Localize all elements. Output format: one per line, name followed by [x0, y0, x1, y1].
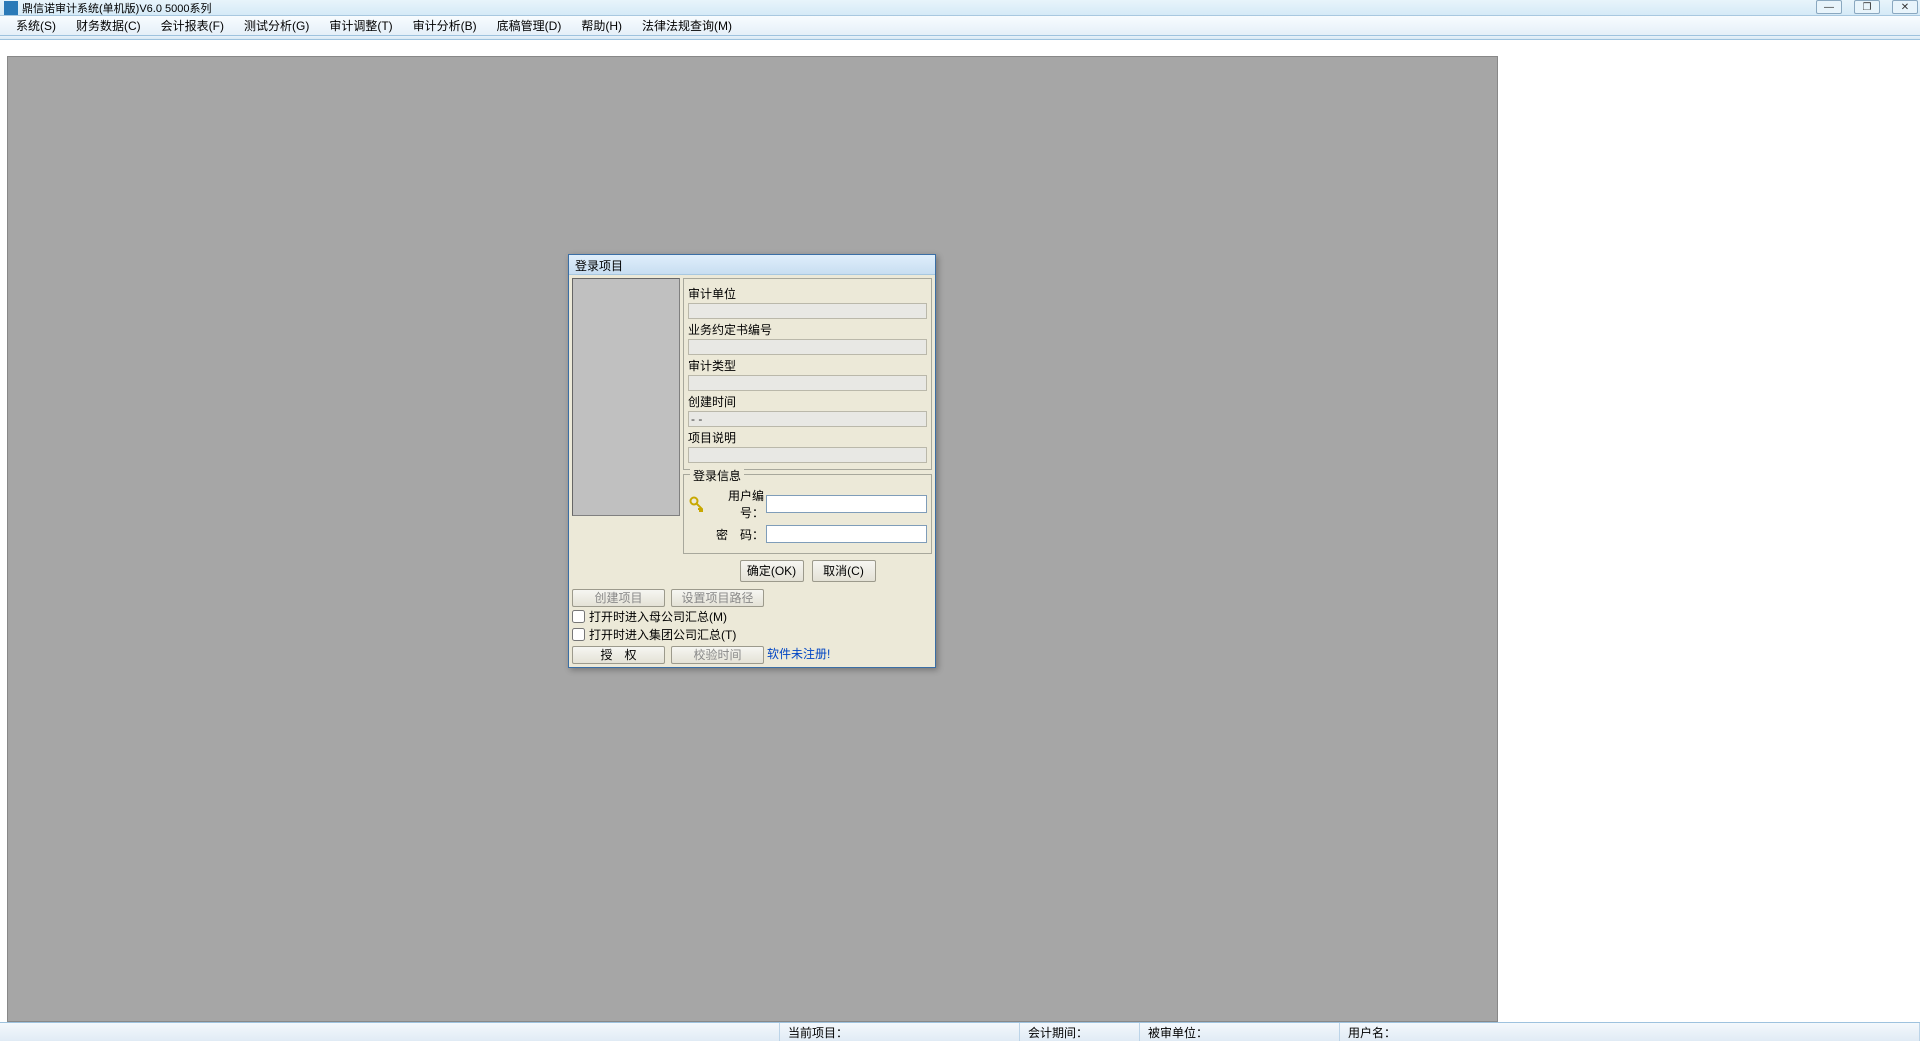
open-parent-checkbox[interactable]	[572, 610, 585, 623]
menu-help[interactable]: 帮助(H)	[571, 15, 632, 36]
project-desc-value	[688, 447, 927, 463]
minimize-button[interactable]: —	[1816, 0, 1842, 14]
menu-test-analysis[interactable]: 测试分析(G)	[234, 15, 319, 36]
close-button[interactable]: ✕	[1892, 0, 1918, 14]
set-path-button[interactable]: 设置项目路径	[671, 589, 764, 607]
dialog-title: 登录项目	[569, 255, 935, 275]
status-blank	[0, 1023, 780, 1041]
status-user: 用户名：	[1340, 1023, 1920, 1041]
menu-reports[interactable]: 会计报表(F)	[151, 15, 234, 36]
menu-system[interactable]: 系统(S)	[6, 15, 66, 36]
menu-law[interactable]: 法律法规查询(M)	[632, 15, 742, 36]
key-icon	[688, 495, 706, 513]
menu-audit-analysis[interactable]: 审计分析(B)	[403, 15, 487, 36]
status-period: 会计期间：	[1020, 1023, 1140, 1041]
window-controls: — ❐ ✕	[1816, 0, 1918, 14]
status-bar: 当前项目： 会计期间： 被审单位： 用户名：	[0, 1022, 1920, 1041]
engagement-no-label: 业务约定书编号	[688, 321, 927, 338]
audit-type-label: 审计类型	[688, 357, 927, 374]
login-info-group: 登录信息 用户编号： 密 码：	[683, 474, 932, 554]
unregistered-link[interactable]: 软件未注册!	[767, 645, 830, 662]
maximize-button[interactable]: ❐	[1854, 0, 1880, 14]
project-desc-label: 项目说明	[688, 429, 927, 446]
password-label: 密 码：	[708, 526, 766, 543]
menu-workpaper[interactable]: 底稿管理(D)	[487, 15, 572, 36]
toolbar-strip	[0, 36, 1920, 40]
app-icon	[4, 1, 18, 15]
project-list-panel[interactable]	[572, 278, 680, 516]
open-group-label: 打开时进入集团公司汇总(T)	[589, 626, 736, 643]
audit-unit-label: 审计单位	[688, 285, 927, 302]
password-input[interactable]	[766, 525, 927, 543]
login-legend: 登录信息	[690, 467, 744, 484]
authorize-button[interactable]: 授 权	[572, 646, 665, 664]
status-current-project: 当前项目：	[780, 1023, 1020, 1041]
user-id-label: 用户编号：	[708, 487, 766, 521]
title-bar: 鼎信诺审计系统(单机版)V6.0 5000系列 — ❐ ✕	[0, 0, 1920, 16]
login-dialog: 登录项目 审计单位 业务约定书编号 审计类型 创建时间 - - 项目说明	[568, 254, 936, 668]
open-parent-label: 打开时进入母公司汇总(M)	[589, 608, 727, 625]
spacer-icon	[688, 525, 706, 543]
menu-finance-data[interactable]: 财务数据(C)	[66, 15, 151, 36]
menu-bar: 系统(S) 财务数据(C) 会计报表(F) 测试分析(G) 审计调整(T) 审计…	[0, 16, 1920, 36]
project-info-group: 审计单位 业务约定书编号 审计类型 创建时间 - - 项目说明	[683, 278, 932, 470]
menu-audit-adjust[interactable]: 审计调整(T)	[319, 15, 402, 36]
cancel-button[interactable]: 取消(C)	[812, 560, 876, 582]
audit-type-value	[688, 375, 927, 391]
app-title: 鼎信诺审计系统(单机版)V6.0 5000系列	[22, 0, 211, 16]
audit-unit-value	[688, 303, 927, 319]
status-audited-unit: 被审单位：	[1140, 1023, 1340, 1041]
create-time-label: 创建时间	[688, 393, 927, 410]
user-id-input[interactable]	[766, 495, 927, 513]
verify-time-button[interactable]: 校验时间	[671, 646, 764, 664]
open-group-checkbox[interactable]	[572, 628, 585, 641]
ok-button[interactable]: 确定(OK)	[740, 560, 804, 582]
engagement-no-value	[688, 339, 927, 355]
create-time-value: - -	[688, 411, 927, 427]
create-project-button[interactable]: 创建项目	[572, 589, 665, 607]
